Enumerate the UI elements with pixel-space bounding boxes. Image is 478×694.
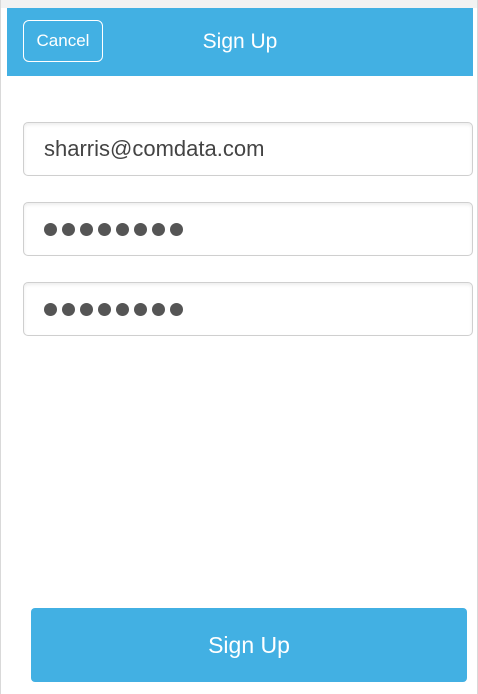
password-dot — [134, 302, 147, 316]
password-dot — [152, 302, 165, 316]
password-dot — [98, 222, 111, 236]
password-dot — [116, 222, 129, 236]
signup-button[interactable]: Sign Up — [31, 608, 467, 682]
email-field[interactable]: sharris@comdata.com — [23, 122, 473, 176]
password-dot — [44, 222, 57, 236]
password-dot — [170, 302, 183, 316]
top-edge — [1, 0, 477, 8]
password-dot — [134, 222, 147, 236]
confirm-password-mask — [44, 283, 183, 335]
header-bar: Cancel Sign Up — [7, 8, 473, 76]
password-dot — [116, 302, 129, 316]
password-dot — [62, 302, 75, 316]
password-dot — [98, 302, 111, 316]
password-dot — [170, 222, 183, 236]
email-value: sharris@comdata.com — [44, 136, 265, 161]
signup-screen: Cancel Sign Up sharris@comdata.com Sign … — [0, 0, 478, 694]
password-dot — [80, 222, 93, 236]
cancel-button[interactable]: Cancel — [23, 20, 103, 62]
confirm-password-field[interactable] — [23, 282, 473, 336]
password-mask — [44, 203, 183, 255]
password-dot — [62, 222, 75, 236]
password-dot — [80, 302, 93, 316]
password-field[interactable] — [23, 202, 473, 256]
password-dot — [44, 302, 57, 316]
password-dot — [152, 222, 165, 236]
